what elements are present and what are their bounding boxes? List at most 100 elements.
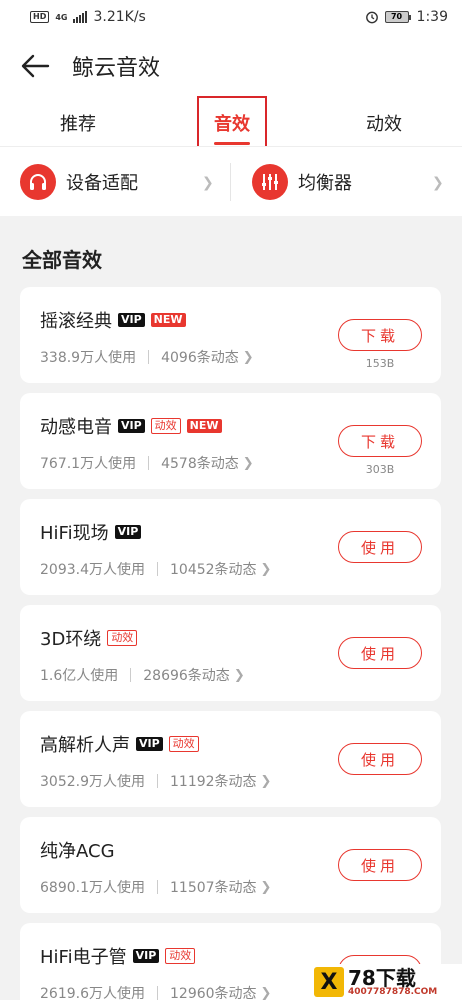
post-count-link[interactable]: 4096条动态 <box>161 347 239 367</box>
headphones-icon <box>20 164 56 200</box>
divider <box>157 774 158 788</box>
effect-name: HiFi电子管 <box>40 947 127 968</box>
post-count-link[interactable]: 28696条动态 <box>143 665 230 685</box>
chevron-right-icon: ❯ <box>432 175 444 191</box>
watermark-main: 78下载 <box>348 965 416 990</box>
alarm-icon <box>365 11 378 24</box>
battery-icon: 70 <box>384 11 411 23</box>
user-count: 767.1万人使用 <box>40 456 137 472</box>
effect-name-row: 动感电音 VIP 动效 NEW <box>40 413 222 439</box>
effect-badge: 动效 <box>107 630 138 646</box>
equalizer-entry[interactable]: 均衡器 <box>252 147 352 217</box>
use-button[interactable]: 使用 <box>338 849 422 881</box>
divider <box>230 163 231 201</box>
chevron-right-icon: ❯ <box>260 561 272 577</box>
user-count: 2093.4万人使用 <box>40 562 145 578</box>
divider <box>157 562 158 576</box>
post-count-link[interactable]: 11507条动态 <box>170 877 257 897</box>
post-count-link[interactable]: 12960条动态 <box>170 983 257 1000</box>
device-adapt-label: 设备适配 <box>66 173 138 194</box>
use-button[interactable]: 使用 <box>338 743 422 775</box>
download-size: 153B <box>365 357 395 370</box>
user-count: 6890.1万人使用 <box>40 880 145 896</box>
effect-name-row: 纯净ACG <box>40 837 115 863</box>
use-button[interactable]: 使用 <box>338 637 422 669</box>
effect-name: 摇滚经典 <box>40 311 112 332</box>
page-title: 鲸云音效 <box>72 56 161 81</box>
effect-name: 3D环绕 <box>40 629 102 650</box>
effect-card[interactable]: 动感电音 VIP 动效 NEW 767.1万人使用 4578条动态 ❯ 下载 303B <box>20 393 441 489</box>
network-speed: 3.21K/s <box>93 9 146 25</box>
chevron-right-icon: ❯ <box>202 175 214 191</box>
effect-name: 高解析人声 <box>40 735 130 756</box>
chevron-right-icon: ❯ <box>260 773 272 789</box>
vip-badge: VIP <box>114 525 142 539</box>
effect-badge: 动效 <box>165 948 196 964</box>
vip-badge: VIP <box>136 737 163 751</box>
equalizer-label: 均衡器 <box>298 173 352 194</box>
effect-stats: 338.9万人使用 4096条动态 ❯ <box>40 347 254 367</box>
device-adapt-entry[interactable]: 设备适配 <box>20 147 138 217</box>
download-button[interactable]: 下载 <box>338 319 422 351</box>
effect-name-row: HiFi电子管 VIP 动效 <box>40 943 196 969</box>
effect-name: 动感电音 <box>40 417 112 438</box>
hd-badge: HD <box>30 11 50 23</box>
effect-stats: 3052.9万人使用 11192条动态 ❯ <box>40 771 271 791</box>
site-watermark: X 78下载 4007787878.COM <box>310 964 462 1000</box>
user-count: 1.6亿人使用 <box>40 668 119 684</box>
vip-badge: VIP <box>132 949 160 963</box>
back-arrow-icon[interactable] <box>20 52 50 80</box>
effect-card[interactable]: 3D环绕 动效 1.6亿人使用 28696条动态 ❯ 使用 <box>20 605 441 701</box>
divider <box>148 350 150 364</box>
quick-entries: 设备适配 ❯ 均衡器 ❯ <box>0 146 462 216</box>
effect-name-row: 摇滚经典 VIP NEW <box>40 307 186 333</box>
effect-name: HiFi现场 <box>40 523 109 544</box>
app-header: 鲸云音效 <box>0 34 462 98</box>
divider <box>157 986 158 1000</box>
user-count: 338.9万人使用 <box>40 350 137 366</box>
effect-stats: 2619.6万人使用 12960条动态 ❯ <box>40 983 271 1000</box>
vip-badge: VIP <box>118 313 145 327</box>
status-right: 70 1:39 <box>365 9 448 25</box>
new-badge: NEW <box>150 313 186 327</box>
post-count-link[interactable]: 4578条动态 <box>161 453 239 473</box>
chevron-right-icon: ❯ <box>260 985 272 1000</box>
tab-motion-effects[interactable]: 动效 <box>366 110 402 136</box>
download-button[interactable]: 下载 <box>338 425 422 457</box>
effect-stats: 2093.4万人使用 10452条动态 ❯ <box>40 559 271 579</box>
effect-name-row: 高解析人声 VIP 动效 <box>40 731 199 757</box>
watermark-sub: 4007787878.COM <box>348 986 438 997</box>
clock: 1:39 <box>416 9 448 25</box>
download-size: 303B <box>365 463 395 476</box>
post-count-link[interactable]: 10452条动态 <box>170 559 257 579</box>
battery-level: 70 <box>384 11 409 23</box>
status-left: HD 4G 3.21K/s <box>30 9 146 25</box>
effect-stats: 6890.1万人使用 11507条动态 ❯ <box>40 877 271 897</box>
effect-stats: 767.1万人使用 4578条动态 ❯ <box>40 453 254 473</box>
user-count: 2619.6万人使用 <box>40 986 145 1000</box>
effect-stats: 1.6亿人使用 28696条动态 ❯ <box>40 665 245 685</box>
effect-name: 纯净ACG <box>40 841 115 862</box>
post-count-link[interactable]: 11192条动态 <box>170 771 257 791</box>
section-title: 全部音效 <box>22 248 102 272</box>
user-count: 3052.9万人使用 <box>40 774 145 790</box>
effect-badge: 动效 <box>168 736 199 752</box>
new-badge: NEW <box>186 419 222 433</box>
effect-card[interactable]: 高解析人声 VIP 动效 3052.9万人使用 11192条动态 ❯ 使用 <box>20 711 441 807</box>
effect-card[interactable]: 摇滚经典 VIP NEW 338.9万人使用 4096条动态 ❯ 下载 153B <box>20 287 441 383</box>
effect-badge: 动效 <box>150 418 181 434</box>
tab-recommend[interactable]: 推荐 <box>60 110 96 136</box>
network-type: 4G <box>55 12 68 22</box>
equalizer-icon <box>252 164 288 200</box>
chevron-right-icon: ❯ <box>242 455 254 471</box>
status-bar: HD 4G 3.21K/s 70 1:39 <box>0 0 462 34</box>
divider <box>157 880 158 894</box>
effect-card[interactable]: HiFi现场 VIP 2093.4万人使用 10452条动态 ❯ 使用 <box>20 499 441 595</box>
watermark-logo: X <box>314 967 344 997</box>
divider <box>148 456 150 470</box>
vip-badge: VIP <box>118 419 145 433</box>
effect-card[interactable]: 纯净ACG 6890.1万人使用 11507条动态 ❯ 使用 <box>20 817 441 913</box>
divider <box>130 668 132 682</box>
chevron-right-icon: ❯ <box>260 879 272 895</box>
use-button[interactable]: 使用 <box>338 531 422 563</box>
